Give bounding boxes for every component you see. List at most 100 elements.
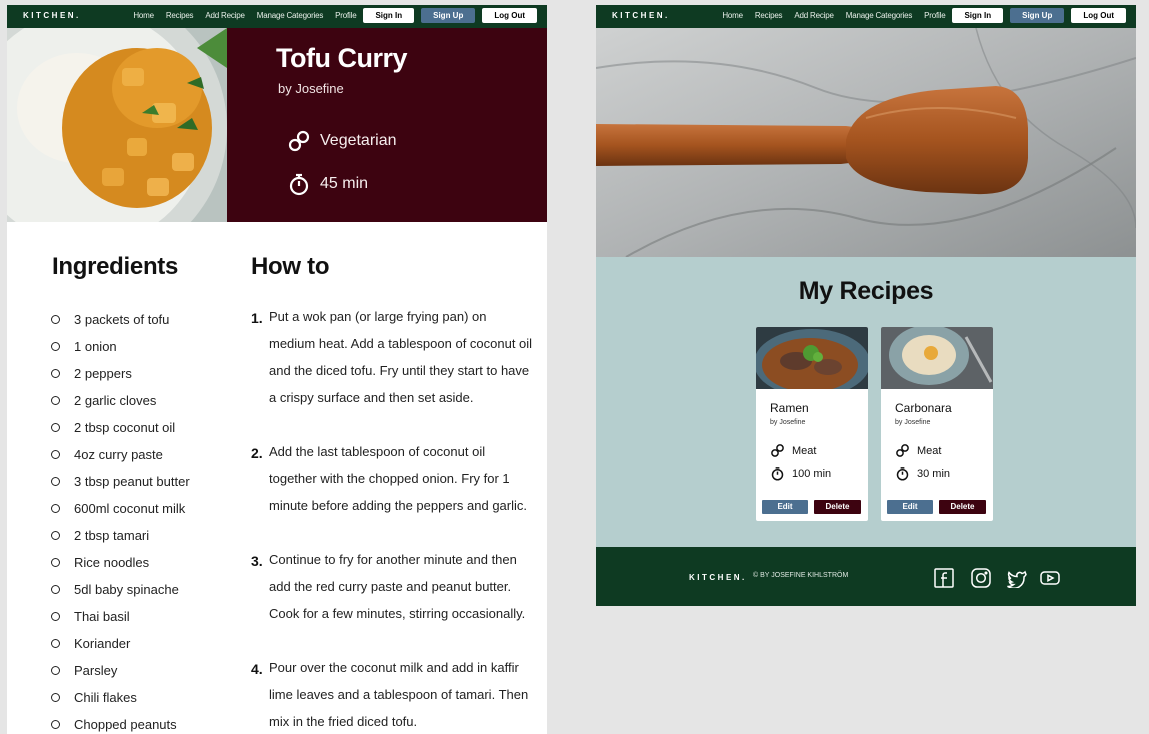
step-text: Add the last tablespoon of coconut oil t… [269, 444, 528, 513]
recipe-card-ramen[interactable]: Ramen by Josefine Meat 100 min Edit Dele… [756, 327, 868, 521]
card-category: Meat [770, 443, 816, 458]
bullet-icon [51, 504, 60, 513]
bullet-icon [51, 315, 60, 324]
card-author: by Josefine [770, 419, 806, 426]
stopwatch-icon [289, 173, 309, 196]
stopwatch-icon [771, 467, 784, 481]
ingredient-item: 3 packets of tofu [51, 306, 190, 333]
stopwatch-icon [896, 467, 909, 481]
recipe-hero-image [7, 28, 227, 222]
delete-button[interactable]: Delete [814, 500, 861, 514]
bullet-icon [51, 531, 60, 540]
edit-button[interactable]: Edit [762, 500, 808, 514]
step-item: 4. Pour over the coconut milk and add in… [251, 660, 536, 734]
ingredient-item: 2 tbsp tamari [51, 522, 190, 549]
ingredient-item: 4oz curry paste [51, 441, 190, 468]
bullet-icon [51, 477, 60, 486]
bullet-icon [51, 720, 60, 729]
nav-manage-categories[interactable]: Manage Categories [846, 11, 913, 20]
nav-links: Home Recipes Add Recipe Manage Categorie… [133, 8, 537, 23]
sign-in-button[interactable]: Sign In [363, 8, 415, 23]
bullet-icon [51, 396, 60, 405]
nav-add-recipe[interactable]: Add Recipe [794, 11, 834, 20]
bullet-icon [51, 558, 60, 567]
delete-button[interactable]: Delete [939, 500, 986, 514]
recipe-time: 45 min [287, 172, 368, 196]
ingredient-item: 2 tbsp coconut oil [51, 414, 190, 441]
sign-up-button[interactable]: Sign Up [1010, 8, 1065, 23]
footer-logo: KITCHEN. [689, 573, 747, 582]
ingredient-item: 2 garlic cloves [51, 387, 190, 414]
category-icon [896, 444, 909, 457]
step-text: Put a wok pan (or large frying pan) on m… [269, 309, 533, 405]
banner-image [596, 28, 1136, 257]
my-recipes-page: KITCHEN. Home Recipes Add Recipe Manage … [596, 5, 1136, 606]
recipe-category: Vegetarian [287, 129, 397, 153]
nav-manage-categories[interactable]: Manage Categories [257, 11, 324, 20]
ingredient-item: 2 peppers [51, 360, 190, 387]
step-number: 2. [251, 445, 263, 461]
sign-up-button[interactable]: Sign Up [421, 8, 476, 23]
nav-home[interactable]: Home [722, 11, 743, 20]
logo[interactable]: KITCHEN. [612, 11, 670, 20]
ingredient-item: Thai basil [51, 603, 190, 630]
step-number: 1. [251, 310, 263, 326]
ingredients-title: Ingredients [52, 253, 179, 280]
log-out-button[interactable]: Log Out [482, 8, 537, 23]
twitter-icon[interactable] [1007, 568, 1027, 588]
edit-button[interactable]: Edit [887, 500, 933, 514]
card-name: Ramen [770, 401, 809, 415]
category-icon [288, 130, 310, 152]
step-text: Continue to fry for another minute and t… [269, 552, 526, 621]
ingredient-item: 5dl baby spinache [51, 576, 190, 603]
bullet-icon [51, 423, 60, 432]
nav-links: Home Recipes Add Recipe Manage Categorie… [722, 8, 1126, 23]
logo[interactable]: KITCHEN. [23, 11, 81, 20]
facebook-icon[interactable] [934, 568, 954, 588]
bullet-icon [51, 666, 60, 675]
youtube-icon[interactable] [1040, 568, 1060, 588]
step-item: 2. Add the last tablespoon of coconut oi… [251, 444, 536, 519]
nav-profile[interactable]: Profile [924, 11, 945, 20]
ingredients-list: 3 packets of tofu 1 onion 2 peppers 2 ga… [51, 306, 190, 734]
step-item: 3. Continue to fry for another minute an… [251, 552, 536, 627]
ingredient-item: Chopped peanuts [51, 711, 190, 734]
ingredient-item: 1 onion [51, 333, 190, 360]
ingredient-item: Chili flakes [51, 684, 190, 711]
ingredient-item: 600ml coconut milk [51, 495, 190, 522]
card-category: Meat [895, 443, 941, 458]
time-label: 45 min [320, 175, 369, 192]
category-label: Vegetarian [320, 132, 397, 149]
step-text: Pour over the coconut milk and add in ka… [269, 660, 529, 729]
recipe-title: Tofu Curry [276, 43, 408, 73]
step-item: 1. Put a wok pan (or large frying pan) o… [251, 309, 536, 411]
my-recipes-title: My Recipes [798, 277, 934, 305]
nav-profile[interactable]: Profile [335, 11, 356, 20]
bullet-icon [51, 612, 60, 621]
sign-in-button[interactable]: Sign In [952, 8, 1004, 23]
nav-recipes[interactable]: Recipes [755, 11, 783, 20]
bullet-icon [51, 639, 60, 648]
my-recipes-section: My Recipes Ramen by Josefine Meat 100 mi… [596, 257, 1136, 547]
navbar: KITCHEN. Home Recipes Add Recipe Manage … [596, 5, 1136, 28]
bullet-icon [51, 369, 60, 378]
ingredient-item: 3 tbsp peanut butter [51, 468, 190, 495]
nav-add-recipe[interactable]: Add Recipe [205, 11, 245, 20]
card-author: by Josefine [895, 419, 931, 426]
recipe-card-image [756, 327, 868, 389]
footer: KITCHEN. © BY JOSEFINE KIHLSTRÖM [596, 547, 1136, 606]
nav-home[interactable]: Home [133, 11, 154, 20]
recipe-card-carbonara[interactable]: Carbonara by Josefine Meat 30 min Edit D… [881, 327, 993, 521]
card-time: 30 min [895, 466, 950, 481]
recipe-card-image [881, 327, 993, 389]
howto-title: How to [251, 253, 330, 280]
bullet-icon [51, 342, 60, 351]
nav-recipes[interactable]: Recipes [166, 11, 194, 20]
ingredient-item: Koriander [51, 630, 190, 657]
ingredient-item: Parsley [51, 657, 190, 684]
instagram-icon[interactable] [971, 568, 991, 588]
recipe-detail-page: KITCHEN. Home Recipes Add Recipe Manage … [7, 5, 547, 734]
log-out-button[interactable]: Log Out [1071, 8, 1126, 23]
step-number: 4. [251, 661, 263, 677]
copyright: © BY JOSEFINE KIHLSTRÖM [753, 572, 849, 579]
